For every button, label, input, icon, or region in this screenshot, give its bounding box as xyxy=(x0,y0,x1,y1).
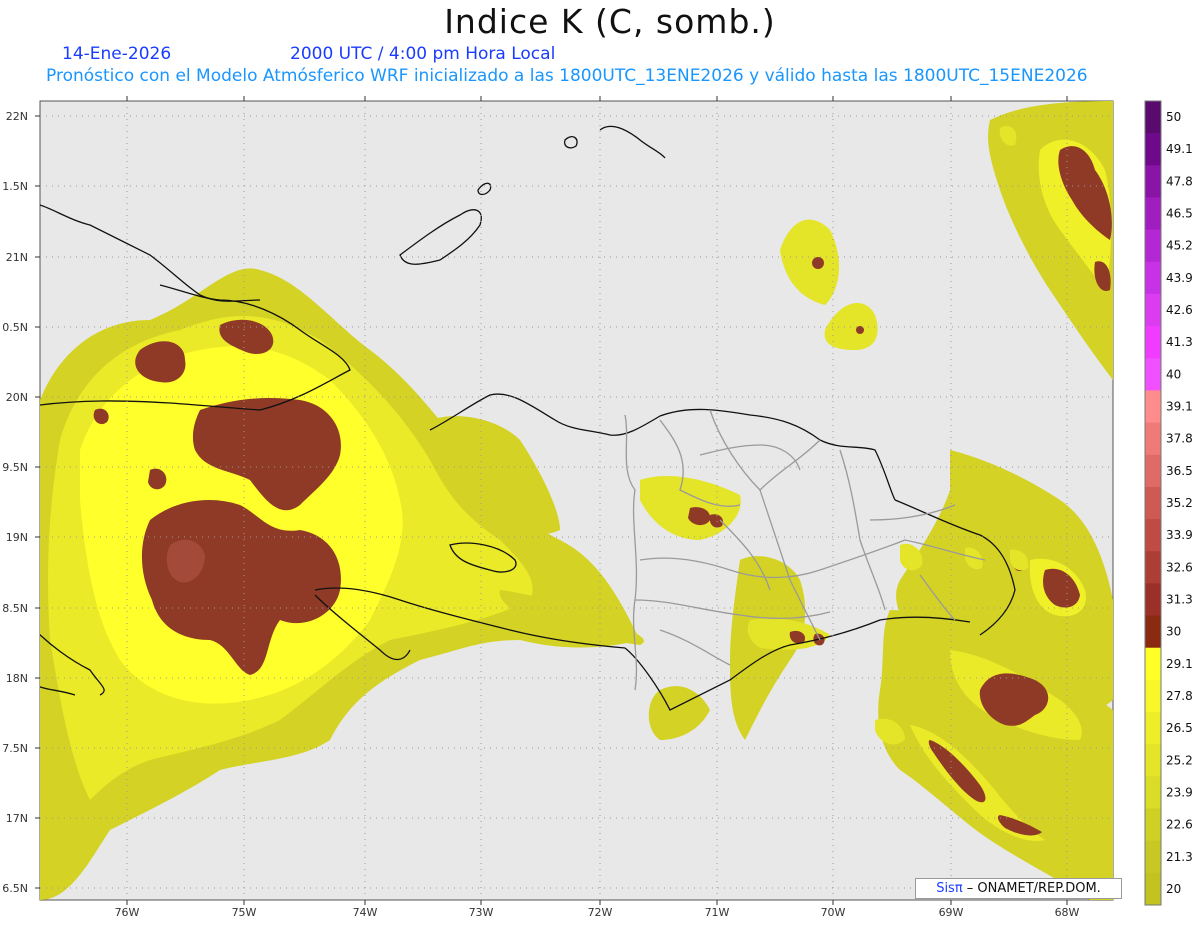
colorbar-label: 45.2 xyxy=(1166,239,1193,253)
colorbar-label: 29.1 xyxy=(1166,657,1193,671)
colorbar-label: 26.5 xyxy=(1166,721,1193,735)
colorbar-swatch xyxy=(1145,261,1161,295)
lat-labels: 22N 1.5N 21N 0.5N 20N 9.5N 19N 8.5N 18N … xyxy=(2,110,28,895)
lon-label: 71W xyxy=(705,906,730,919)
colorbar-swatch xyxy=(1145,840,1161,874)
k-index-map: 22N 1.5N 21N 0.5N 20N 9.5N 19N 8.5N 18N … xyxy=(2,96,1193,919)
lat-label: 20N xyxy=(6,391,28,404)
lon-label: 75W xyxy=(232,906,257,919)
colorbar-label: 49.1 xyxy=(1166,142,1193,156)
lon-label: 76W xyxy=(115,906,140,919)
colorbar-swatch xyxy=(1145,615,1161,649)
contour-30-north-a xyxy=(812,257,824,269)
colorbar-label: 40 xyxy=(1166,367,1181,381)
colorbar-label: 22.6 xyxy=(1166,818,1193,832)
colorbar-label: 39.1 xyxy=(1166,400,1193,414)
colorbar-swatch xyxy=(1145,872,1161,906)
colorbar-label: 41.3 xyxy=(1166,335,1193,349)
colorbar-swatch xyxy=(1145,358,1161,391)
colorbar-label: 23.9 xyxy=(1166,785,1193,799)
lon-label: 74W xyxy=(353,906,378,919)
colorbar-swatch xyxy=(1145,744,1161,777)
credit-box: Sisπ – ONAMET/REP.DOM. xyxy=(915,878,1122,899)
credit-text: – ONAMET/REP.DOM. xyxy=(962,881,1101,896)
lat-label: 17N xyxy=(6,812,28,825)
lon-label: 69W xyxy=(939,906,964,919)
lat-label: 18N xyxy=(6,672,28,685)
colorbar-label: 30 xyxy=(1166,625,1181,639)
colorbar-swatch xyxy=(1145,776,1161,810)
colorbar-swatch xyxy=(1145,326,1161,359)
colorbar-label: 43.9 xyxy=(1166,271,1193,285)
lat-label: 7.5N xyxy=(2,742,28,755)
colorbar-label: 36.5 xyxy=(1166,464,1193,478)
colorbar-swatch xyxy=(1145,808,1161,842)
lat-label: 8.5N xyxy=(2,602,28,615)
colorbar-swatch xyxy=(1145,101,1161,134)
sispi-logo: Sisπ xyxy=(936,881,963,896)
colorbar-swatch xyxy=(1145,647,1161,681)
colorbar-swatch xyxy=(1145,454,1161,488)
colorbar-swatch xyxy=(1145,229,1161,263)
colorbar-label: 31.3 xyxy=(1166,592,1193,606)
lon-label: 73W xyxy=(469,906,494,919)
colorbar-swatch xyxy=(1145,293,1161,327)
colorbar-swatch xyxy=(1145,390,1161,424)
colorbar-label: 20 xyxy=(1166,882,1181,896)
colorbar-swatch xyxy=(1145,422,1161,456)
colorbar-label: 21.3 xyxy=(1166,850,1193,864)
colorbar-swatch xyxy=(1145,197,1161,231)
colorbar-label: 25.2 xyxy=(1166,753,1193,767)
colorbar: 50 49.1 47.8 46.5 45.2 43.9 42.6 41.3 40 39.1 37.8… xyxy=(1144,100,1193,906)
colorbar-label: 27.8 xyxy=(1166,689,1193,703)
lat-label: 0.5N xyxy=(2,321,28,334)
lat-label: 9.5N xyxy=(2,461,28,474)
colorbar-swatch xyxy=(1145,133,1161,166)
colorbar-label: 42.6 xyxy=(1166,303,1193,317)
colorbar-label: 37.8 xyxy=(1166,432,1193,446)
lat-label: 19N xyxy=(6,531,28,544)
colorbar-swatch xyxy=(1145,583,1161,617)
colorbar-swatch xyxy=(1145,165,1161,198)
colorbar-label: 32.6 xyxy=(1166,560,1193,574)
colorbar-label: 35.2 xyxy=(1166,496,1193,510)
lat-label: 6.5N xyxy=(2,882,28,895)
lat-label: 1.5N xyxy=(2,180,28,193)
lon-labels: 76W 75W 74W 73W 72W 71W 70W 69W 68W xyxy=(115,906,1080,919)
colorbar-label: 47.8 xyxy=(1166,174,1193,188)
lon-label: 72W xyxy=(588,906,613,919)
colorbar-swatch xyxy=(1145,712,1161,745)
lon-label: 70W xyxy=(821,906,846,919)
colorbar-label: 46.5 xyxy=(1166,207,1193,221)
lat-label: 21N xyxy=(6,251,28,264)
colorbar-label: 50 xyxy=(1166,110,1181,124)
lon-label: 68W xyxy=(1055,906,1080,919)
colorbar-swatch xyxy=(1145,551,1161,584)
colorbar-label: 33.9 xyxy=(1166,528,1193,542)
colorbar-swatch xyxy=(1145,679,1161,713)
colorbar-swatch xyxy=(1145,519,1161,552)
colorbar-swatch xyxy=(1145,486,1161,520)
lat-label: 22N xyxy=(6,110,28,123)
